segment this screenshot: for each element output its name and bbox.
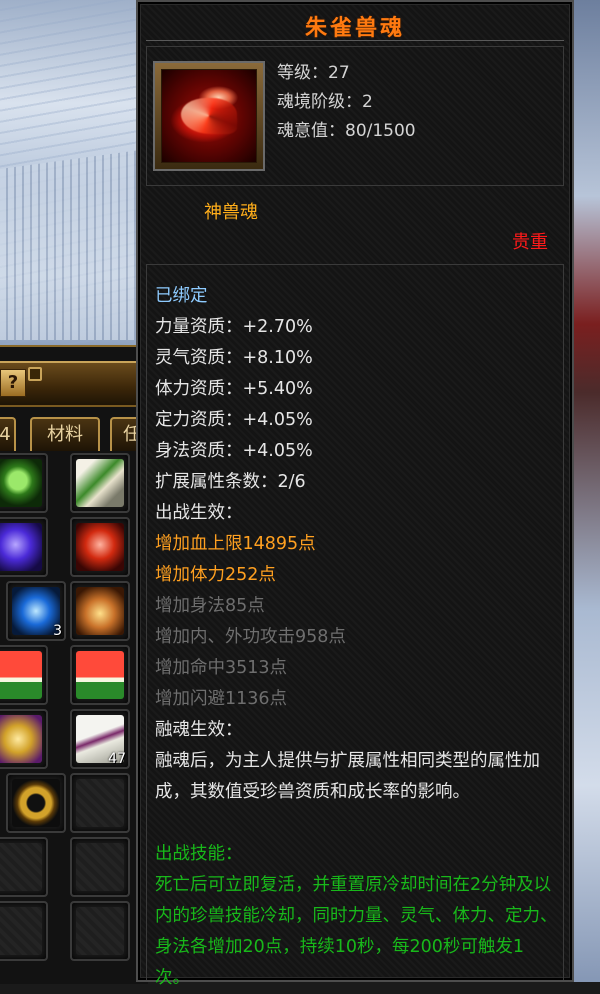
tab-partial-left[interactable]: 4 bbox=[0, 417, 16, 451]
inventory-slot[interactable] bbox=[0, 837, 48, 897]
item-quantity: 47 bbox=[108, 751, 126, 767]
stat-soul-realm: 魂境阶级：2 bbox=[277, 92, 373, 112]
inventory-slot[interactable] bbox=[70, 773, 130, 833]
item-tooltip: 朱雀兽魂 等级：27 魂境阶级：2 魂意值：80/1500 神兽魂 贵重 已绑定… bbox=[136, 0, 574, 988]
tiled-roof bbox=[0, 150, 140, 340]
item-kind: 神兽魂 bbox=[204, 202, 258, 223]
inventory-slot[interactable] bbox=[70, 517, 130, 577]
battle-effect-active: 增加体力252点 bbox=[155, 565, 276, 585]
treasure-pile-icon bbox=[76, 587, 124, 635]
inventory-slot[interactable] bbox=[0, 901, 48, 961]
red-phoenix-icon bbox=[76, 523, 124, 571]
inventory-slot[interactable] bbox=[70, 901, 130, 961]
battle-effect-inactive: 增加闪避1136点 bbox=[155, 689, 288, 709]
battle-effect-inactive: 增加身法85点 bbox=[155, 596, 265, 616]
empty-slot bbox=[76, 843, 124, 891]
battle-skill-header: 出战技能： bbox=[155, 844, 243, 864]
inventory-slot[interactable] bbox=[0, 517, 48, 577]
inventory-slot[interactable]: 3 bbox=[6, 581, 66, 641]
green-scroll-icon bbox=[76, 459, 124, 507]
bound-status: 已绑定 bbox=[155, 286, 208, 306]
gold-ring-icon bbox=[12, 779, 60, 827]
menu-corner-icon[interactable] bbox=[28, 367, 42, 381]
item-quantity: 3 bbox=[53, 623, 62, 639]
inventory-slot[interactable] bbox=[6, 773, 66, 833]
inventory-panel: ? 4 材料 任 3 47 bbox=[0, 345, 154, 984]
gold-tray-icon bbox=[0, 715, 42, 763]
inventory-slot[interactable] bbox=[70, 645, 130, 705]
inventory-slot[interactable] bbox=[70, 453, 130, 513]
inventory-slot[interactable] bbox=[0, 645, 48, 705]
stat-soul-will: 魂意值：80/1500 bbox=[277, 121, 416, 141]
blue-feather-icon bbox=[0, 523, 42, 571]
tooltip-title-bar: 朱雀兽魂 bbox=[146, 6, 564, 41]
tab-materials[interactable]: 材料 bbox=[30, 417, 100, 451]
inventory-slot[interactable] bbox=[0, 453, 48, 513]
extra-attribute-count: 扩展属性条数：2/6 bbox=[155, 472, 306, 492]
stat-level: 等级：27 bbox=[277, 63, 350, 83]
inventory-slot[interactable] bbox=[0, 709, 48, 769]
vermilion-bird-icon bbox=[161, 69, 257, 163]
item-stats: 等级：27 魂境阶级：2 魂意值：80/1500 bbox=[277, 59, 416, 146]
snowy-scene-right bbox=[570, 0, 600, 982]
tooltip-body: 已绑定 力量资质：+2.70% 灵气资质：+8.10% 体力资质：+5.40% … bbox=[146, 264, 564, 988]
item-rarity: 贵重 bbox=[512, 232, 548, 253]
help-button[interactable]: ? bbox=[0, 369, 26, 397]
tooltip-header: 等级：27 魂境阶级：2 魂意值：80/1500 bbox=[146, 46, 564, 186]
inventory-slot[interactable]: 47 bbox=[70, 709, 130, 769]
item-type-section: 神兽魂 贵重 bbox=[146, 190, 564, 258]
battle-effect-header: 出战生效： bbox=[155, 503, 243, 523]
aptitude-spirit: 灵气资质：+8.10% bbox=[155, 348, 313, 368]
battle-skill-text: 死亡后可立即复活，并重置原冷却时间在2分钟及以内的珍兽技能冷却，同时力量、灵气、… bbox=[155, 875, 558, 988]
battle-effect-active: 增加血上限14895点 bbox=[155, 534, 316, 554]
inventory-slot[interactable] bbox=[70, 581, 130, 641]
aptitude-agility: 身法资质：+4.05% bbox=[155, 441, 313, 461]
battle-effect-inactive: 增加内、外功攻击958点 bbox=[155, 627, 346, 647]
item-icon-frame bbox=[153, 61, 265, 171]
empty-slot bbox=[76, 779, 124, 827]
empty-slot bbox=[0, 907, 42, 955]
item-name: 朱雀兽魂 bbox=[304, 15, 405, 41]
empty-slot bbox=[76, 907, 124, 955]
fusion-effect-text: 融魂后，为主人提供与扩展属性相同类型的属性加成，其数值受珍兽资质和成长率的影响。 bbox=[155, 751, 540, 802]
watermelon-icon bbox=[76, 651, 124, 699]
empty-slot bbox=[0, 843, 42, 891]
aptitude-strength: 力量资质：+2.70% bbox=[155, 317, 313, 337]
watermelon-icon bbox=[0, 651, 42, 699]
aptitude-stamina: 体力资质：+5.40% bbox=[155, 379, 313, 399]
fusion-effect-header: 融魂生效： bbox=[155, 720, 243, 740]
battle-effect-inactive: 增加命中3513点 bbox=[155, 658, 288, 678]
aptitude-focus: 定力资质：+4.05% bbox=[155, 410, 313, 430]
inventory-slot[interactable] bbox=[70, 837, 130, 897]
green-ring-icon bbox=[0, 459, 42, 507]
